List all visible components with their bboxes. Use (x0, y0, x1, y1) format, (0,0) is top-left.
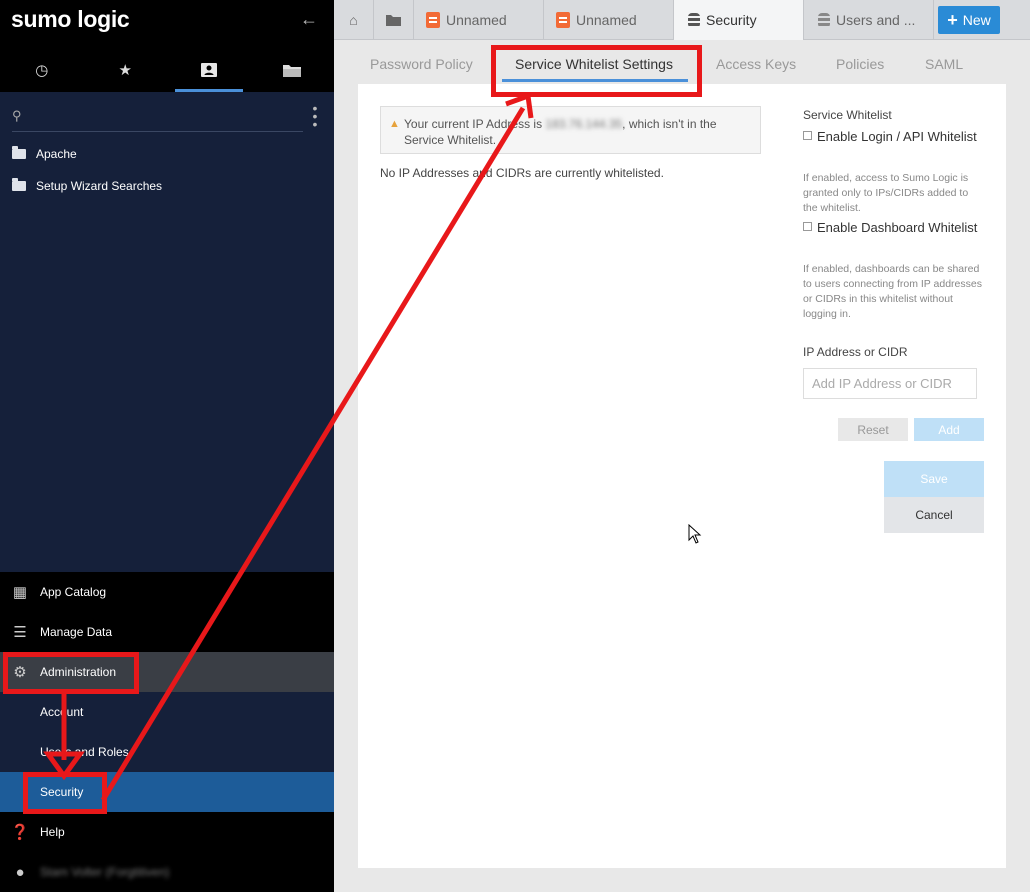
library-search[interactable]: ⚲ (12, 101, 303, 132)
tab-unnamed-2[interactable]: Unnamed (544, 0, 674, 40)
tree-item-label: Setup Wizard Searches (36, 179, 163, 193)
current-ip: 183.76.144.35 (545, 117, 623, 131)
sidebar: sumo logic ← ◷ ★ ⚲ • • • Apache Setup Wiza… (0, 0, 334, 892)
tab-label: Users and ... (836, 12, 916, 28)
subtab-access-keys[interactable]: Access Keys (716, 56, 796, 76)
user-name: Stam Volter (Forgtitiven) (40, 865, 170, 879)
nav-account[interactable]: Account (0, 692, 334, 732)
database-icon (818, 12, 830, 28)
login-whitelist-checkbox[interactable] (803, 131, 812, 140)
tab-label: Unnamed (446, 12, 507, 28)
reset-button[interactable]: Reset (838, 418, 908, 441)
nav-users-and-roles[interactable]: Users and Roles (0, 732, 334, 772)
add-button[interactable]: Add (914, 418, 984, 441)
nav-label: Manage Data (40, 625, 113, 639)
ip-field-label: IP Address or CIDR (803, 345, 908, 359)
brand-logo: sumo logic (11, 6, 130, 32)
no-ip-message: No IP Addresses and CIDRs are currently … (380, 166, 664, 180)
nav-manage-data[interactable]: ☰ Manage Data (0, 612, 334, 652)
search-doc-icon (426, 12, 440, 28)
collapse-arrow-icon[interactable]: ← (300, 9, 318, 30)
more-options-icon[interactable]: • • • (310, 101, 320, 131)
login-whitelist-help: If enabled, access to Sumo Logic is gran… (803, 172, 969, 214)
library-folder-icon[interactable] (251, 48, 335, 92)
tab-security[interactable]: Security (674, 0, 804, 40)
dashboard-whitelist-checkbox[interactable] (803, 222, 812, 231)
nav-label: Help (40, 825, 65, 839)
warning-icon: ▲ (389, 118, 400, 130)
search-doc-icon (556, 12, 570, 28)
recent-clock-icon[interactable]: ◷ (0, 48, 84, 92)
plus-icon: + (947, 9, 958, 30)
dashboard-whitelist-help: If enabled, dashboards can be shared to … (803, 263, 982, 320)
login-whitelist-option[interactable]: Enable Login / API Whitelist (803, 128, 983, 146)
search-icon: ⚲ (12, 108, 22, 123)
folder-icon (386, 15, 401, 26)
dashboard-whitelist-option[interactable]: Enable Dashboard Whitelist (803, 219, 983, 237)
tree-item-apache[interactable]: Apache (12, 144, 77, 164)
personal-folder-icon[interactable] (167, 48, 251, 92)
favorites-star-icon[interactable]: ★ (84, 48, 168, 92)
home-icon: ⌂ (349, 12, 358, 28)
folder-icon (12, 146, 26, 159)
new-button[interactable]: + New (938, 6, 1000, 34)
nav-help[interactable]: ❓ Help (0, 812, 334, 852)
ip-address-input[interactable] (803, 368, 977, 399)
folder-icon (12, 178, 26, 191)
tree-item-setup-wizard-searches[interactable]: Setup Wizard Searches (12, 176, 162, 196)
tab-label: Unnamed (576, 12, 637, 28)
database-icon (688, 12, 700, 28)
nav-label: Users and Roles (40, 745, 129, 759)
nav-user-profile[interactable]: ● Stam Volter (Forgtitiven) (0, 852, 334, 892)
help-circle-icon: ❓ (10, 824, 30, 841)
subtab-saml[interactable]: SAML (925, 56, 963, 76)
tree-item-label: Apache (36, 147, 77, 161)
nav-label: App Catalog (40, 585, 107, 599)
whitelist-heading: Service Whitelist (803, 108, 892, 122)
cancel-button[interactable]: Cancel (884, 497, 984, 533)
library-tab[interactable] (374, 0, 414, 40)
tab-bar: ⌂ Unnamed Unnamed Security Users and ... (334, 0, 1030, 40)
ip-warning: ▲ Your current IP Address is 183.76.144.… (380, 106, 761, 154)
subtab-password-policy[interactable]: Password Policy (370, 56, 473, 76)
mouse-cursor-icon (688, 524, 702, 544)
tab-users[interactable]: Users and ... (804, 0, 934, 40)
library-search-input[interactable] (32, 103, 303, 129)
highlight-administration (3, 652, 139, 694)
sidebar-header: sumo logic ← ◷ ★ (0, 0, 334, 92)
database-icon: ☰ (13, 624, 27, 641)
tab-unnamed-1[interactable]: Unnamed (414, 0, 544, 40)
user-icon: ● (15, 863, 25, 881)
tab-label: Security (706, 12, 757, 28)
nav-app-catalog[interactable]: ▦ App Catalog (0, 572, 334, 612)
sidebar-tabs: ◷ ★ (0, 48, 334, 92)
highlight-whitelist-tab (491, 45, 702, 97)
grid-icon: ▦ (12, 584, 28, 601)
highlight-security (23, 772, 107, 814)
nav-label: Account (40, 705, 84, 719)
save-button[interactable]: Save (884, 461, 984, 497)
subtab-policies[interactable]: Policies (836, 56, 884, 76)
home-tab[interactable]: ⌂ (334, 0, 374, 40)
